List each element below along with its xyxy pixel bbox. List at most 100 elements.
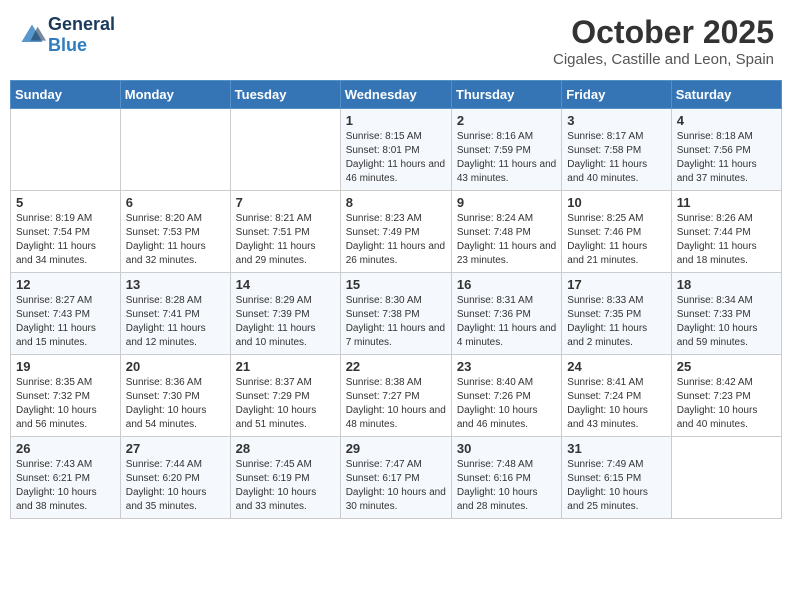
- calendar-cell: 11 Sunrise: 8:26 AMSunset: 7:44 PMDayligh…: [671, 191, 781, 273]
- calendar-cell: 8Sunrise: 8:23 AMSunset: 7:49 PMDaylight…: [340, 191, 451, 273]
- day-info: Sunrise: 8:17 AMSunset: 7:58 PMDaylight:…: [567, 130, 665, 186]
- day-info: Sunrise: 8:27 AMSunset: 7:43 PMDaylight:…: [16, 294, 115, 350]
- calendar-cell: 5 Sunrise: 8:19 AMSunset: 7:54 PMDaylight…: [11, 191, 121, 273]
- calendar-cell: 24 Sunrise: 8:41 AMSunset: 7:24 PMDayligh…: [562, 355, 671, 437]
- day-number: 28: [236, 441, 335, 456]
- logo-blue-text: Blue: [48, 35, 87, 55]
- day-info: Sunrise: 8:31 AMSunset: 7:36 PMDaylight:…: [457, 294, 556, 350]
- day-number: 24: [567, 359, 665, 374]
- calendar-cell: [11, 109, 121, 191]
- calendar-header-row: SundayMondayTuesdayWednesdayThursdayFrid…: [11, 81, 782, 109]
- day-number: 30: [457, 441, 556, 456]
- day-number: 9: [457, 195, 556, 210]
- col-header-friday: Friday: [562, 81, 671, 109]
- calendar-cell: 17 Sunrise: 8:33 AMSunset: 7:35 PMDayligh…: [562, 273, 671, 355]
- day-number: 14: [236, 277, 335, 292]
- day-number: 29: [346, 441, 446, 456]
- day-info: Sunrise: 8:25 AMSunset: 7:46 PMDaylight:…: [567, 212, 665, 268]
- day-number: 8: [346, 195, 446, 210]
- day-info: Sunrise: 7:48 AMSunset: 6:16 PMDaylight:…: [457, 458, 556, 514]
- calendar-cell: 21 Sunrise: 8:37 AMSunset: 7:29 PMDayligh…: [230, 355, 340, 437]
- day-info: Sunrise: 7:47 AMSunset: 6:17 PMDaylight:…: [346, 458, 446, 514]
- calendar-cell: 3 Sunrise: 8:17 AMSunset: 7:58 PMDaylight…: [562, 109, 671, 191]
- logo: General Blue: [18, 14, 115, 56]
- calendar-cell: 31 Sunrise: 7:49 AMSunset: 6:15 PMDayligh…: [562, 437, 671, 519]
- day-number: 13: [126, 277, 225, 292]
- calendar-cell: 19Sunrise: 8:35 AMSunset: 7:32 PMDayligh…: [11, 355, 121, 437]
- day-info: Sunrise: 8:40 AMSunset: 7:26 PMDaylight:…: [457, 376, 556, 432]
- day-info: Sunrise: 8:38 AMSunset: 7:27 PMDaylight:…: [346, 376, 446, 432]
- day-number: 21: [236, 359, 335, 374]
- day-number: 3: [567, 113, 665, 128]
- calendar-table: SundayMondayTuesdayWednesdayThursdayFrid…: [10, 80, 782, 519]
- calendar-cell: [120, 109, 230, 191]
- day-info: Sunrise: 8:33 AMSunset: 7:35 PMDaylight:…: [567, 294, 665, 350]
- day-info: Sunrise: 8:24 AMSunset: 7:48 PMDaylight:…: [457, 212, 556, 268]
- day-info: Sunrise: 8:30 AMSunset: 7:38 PMDaylight:…: [346, 294, 446, 350]
- day-number: 23: [457, 359, 556, 374]
- day-number: 31: [567, 441, 665, 456]
- calendar-cell: 16Sunrise: 8:31 AMSunset: 7:36 PMDayligh…: [451, 273, 561, 355]
- title-block: October 2025 Cigales, Castille and Leon,…: [553, 14, 774, 68]
- day-number: 6: [126, 195, 225, 210]
- day-info: Sunrise: 8:15 AMSunset: 8:01 PMDaylight:…: [346, 130, 446, 186]
- calendar-cell: 18Sunrise: 8:34 AMSunset: 7:33 PMDayligh…: [671, 273, 781, 355]
- day-info: Sunrise: 8:20 AMSunset: 7:53 PMDaylight:…: [126, 212, 225, 268]
- day-number: 5: [16, 195, 115, 210]
- calendar-cell: 10 Sunrise: 8:25 AMSunset: 7:46 PMDayligh…: [562, 191, 671, 273]
- day-info: Sunrise: 8:18 AMSunset: 7:56 PMDaylight:…: [677, 130, 776, 186]
- calendar-week-row: 26 Sunrise: 7:43 AMSunset: 6:21 PMDayligh…: [11, 437, 782, 519]
- day-number: 4: [677, 113, 776, 128]
- day-info: Sunrise: 7:43 AMSunset: 6:21 PMDaylight:…: [16, 458, 115, 514]
- calendar-cell: 2 Sunrise: 8:16 AMSunset: 7:59 PMDaylight…: [451, 109, 561, 191]
- calendar-cell: 7Sunrise: 8:21 AMSunset: 7:51 PMDaylight…: [230, 191, 340, 273]
- page-subtitle: Cigales, Castille and Leon, Spain: [553, 51, 774, 68]
- day-number: 15: [346, 277, 446, 292]
- day-number: 1: [346, 113, 446, 128]
- col-header-thursday: Thursday: [451, 81, 561, 109]
- day-info: Sunrise: 8:28 AMSunset: 7:41 PMDaylight:…: [126, 294, 225, 350]
- day-info: Sunrise: 8:37 AMSunset: 7:29 PMDaylight:…: [236, 376, 335, 432]
- day-number: 10: [567, 195, 665, 210]
- day-info: Sunrise: 8:41 AMSunset: 7:24 PMDaylight:…: [567, 376, 665, 432]
- calendar-cell: 30 Sunrise: 7:48 AMSunset: 6:16 PMDayligh…: [451, 437, 561, 519]
- day-info: Sunrise: 8:29 AMSunset: 7:39 PMDaylight:…: [236, 294, 335, 350]
- day-info: Sunrise: 8:19 AMSunset: 7:54 PMDaylight:…: [16, 212, 115, 268]
- day-number: 25: [677, 359, 776, 374]
- calendar-cell: 23 Sunrise: 8:40 AMSunset: 7:26 PMDayligh…: [451, 355, 561, 437]
- col-header-monday: Monday: [120, 81, 230, 109]
- day-number: 18: [677, 277, 776, 292]
- calendar-cell: 22 Sunrise: 8:38 AMSunset: 7:27 PMDayligh…: [340, 355, 451, 437]
- calendar-cell: 20Sunrise: 8:36 AMSunset: 7:30 PMDayligh…: [120, 355, 230, 437]
- col-header-wednesday: Wednesday: [340, 81, 451, 109]
- day-number: 22: [346, 359, 446, 374]
- calendar-week-row: 5 Sunrise: 8:19 AMSunset: 7:54 PMDaylight…: [11, 191, 782, 273]
- logo-icon: [18, 21, 46, 49]
- col-header-sunday: Sunday: [11, 81, 121, 109]
- day-number: 17: [567, 277, 665, 292]
- day-number: 11: [677, 195, 776, 210]
- day-number: 7: [236, 195, 335, 210]
- day-number: 27: [126, 441, 225, 456]
- calendar-cell: 1 Sunrise: 8:15 AMSunset: 8:01 PMDaylight…: [340, 109, 451, 191]
- calendar-week-row: 1 Sunrise: 8:15 AMSunset: 8:01 PMDaylight…: [11, 109, 782, 191]
- calendar-cell: [671, 437, 781, 519]
- calendar-cell: 6 Sunrise: 8:20 AMSunset: 7:53 PMDaylight…: [120, 191, 230, 273]
- calendar-cell: 14 Sunrise: 8:29 AMSunset: 7:39 PMDayligh…: [230, 273, 340, 355]
- day-number: 2: [457, 113, 556, 128]
- day-info: Sunrise: 8:26 AMSunset: 7:44 PMDaylight:…: [677, 212, 776, 268]
- calendar-cell: 9 Sunrise: 8:24 AMSunset: 7:48 PMDaylight…: [451, 191, 561, 273]
- day-number: 26: [16, 441, 115, 456]
- day-info: Sunrise: 7:49 AMSunset: 6:15 PMDaylight:…: [567, 458, 665, 514]
- calendar-cell: 27Sunrise: 7:44 AMSunset: 6:20 PMDayligh…: [120, 437, 230, 519]
- day-info: Sunrise: 8:16 AMSunset: 7:59 PMDaylight:…: [457, 130, 556, 186]
- page-title: October 2025: [553, 14, 774, 51]
- col-header-tuesday: Tuesday: [230, 81, 340, 109]
- day-info: Sunrise: 8:36 AMSunset: 7:30 PMDaylight:…: [126, 376, 225, 432]
- calendar-cell: 29 Sunrise: 7:47 AMSunset: 6:17 PMDayligh…: [340, 437, 451, 519]
- calendar-cell: 15 Sunrise: 8:30 AMSunset: 7:38 PMDayligh…: [340, 273, 451, 355]
- page-header: General Blue October 2025 Cigales, Casti…: [10, 10, 782, 72]
- day-number: 12: [16, 277, 115, 292]
- calendar-cell: 12 Sunrise: 8:27 AMSunset: 7:43 PMDayligh…: [11, 273, 121, 355]
- calendar-cell: 25Sunrise: 8:42 AMSunset: 7:23 PMDayligh…: [671, 355, 781, 437]
